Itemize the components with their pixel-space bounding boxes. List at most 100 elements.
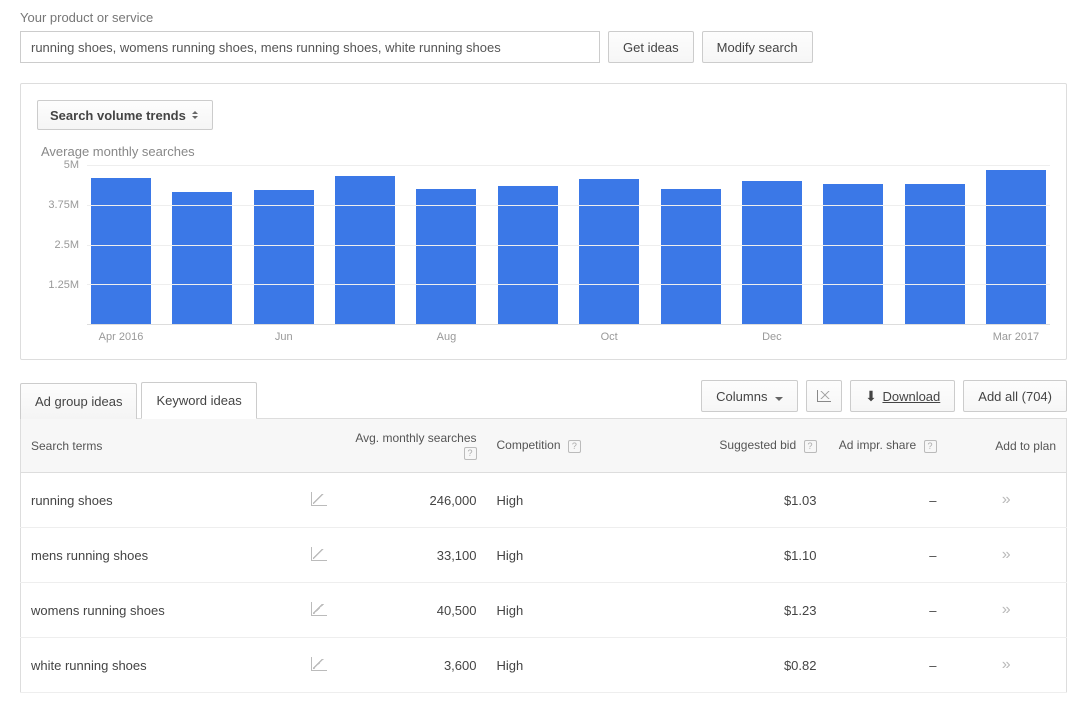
get-ideas-button[interactable]: Get ideas bbox=[608, 31, 694, 63]
cell-competition: High bbox=[487, 473, 667, 528]
chart-bar[interactable] bbox=[498, 186, 558, 324]
chart-view-button[interactable] bbox=[806, 380, 842, 412]
y-tick: 2.5M bbox=[55, 239, 79, 251]
cell-bid: $0.82 bbox=[667, 638, 827, 693]
cell-term: mens running shoes bbox=[21, 528, 301, 583]
table-row: running shoes246,000High$1.03–» bbox=[21, 473, 1067, 528]
y-tick: 3.75M bbox=[48, 199, 79, 211]
mini-chart-icon[interactable] bbox=[311, 547, 327, 561]
add-all-button[interactable]: Add all (704) bbox=[963, 380, 1067, 412]
th-avg-searches-label: Avg. monthly searches bbox=[355, 431, 476, 445]
chart-mode-dropdown[interactable]: Search volume trends bbox=[37, 100, 213, 130]
th-competition-label: Competition bbox=[497, 438, 561, 452]
th-bid-label: Suggested bid bbox=[719, 438, 796, 452]
x-tick: Aug bbox=[416, 331, 476, 343]
x-tick bbox=[498, 331, 558, 343]
help-icon[interactable]: ? bbox=[924, 440, 937, 453]
cell-impr: – bbox=[827, 583, 947, 638]
th-search-terms[interactable]: Search terms bbox=[21, 419, 301, 473]
download-label: Download bbox=[882, 389, 940, 404]
cell-impr: – bbox=[827, 528, 947, 583]
chevron-right-icon[interactable]: » bbox=[1002, 491, 1011, 508]
chevron-down-icon bbox=[775, 397, 783, 401]
product-label: Your product or service bbox=[20, 10, 1067, 25]
download-button[interactable]: Download bbox=[850, 380, 955, 412]
cell-add: » bbox=[947, 583, 1067, 638]
table-row: mens running shoes33,100High$1.10–» bbox=[21, 528, 1067, 583]
cell-add: » bbox=[947, 528, 1067, 583]
chart-bar[interactable] bbox=[661, 189, 721, 324]
chart-plot bbox=[87, 165, 1050, 325]
table-row: white running shoes3,600High$0.82–» bbox=[21, 638, 1067, 693]
cell-competition: High bbox=[487, 638, 667, 693]
keyword-ideas-table: Search terms Avg. monthly searches ? Com… bbox=[20, 418, 1067, 693]
chart-mode-label: Search volume trends bbox=[50, 108, 186, 123]
cell-add: » bbox=[947, 638, 1067, 693]
y-tick: 1.25M bbox=[48, 279, 79, 291]
x-tick bbox=[823, 331, 883, 343]
y-tick: 5M bbox=[64, 159, 79, 171]
cell-searches: 33,100 bbox=[337, 528, 487, 583]
th-add-to-plan: Add to plan bbox=[947, 419, 1067, 473]
chart-bar[interactable] bbox=[579, 179, 639, 324]
x-tick bbox=[335, 331, 395, 343]
x-tick bbox=[905, 331, 965, 343]
chart-subtitle: Average monthly searches bbox=[41, 144, 1050, 159]
columns-label: Columns bbox=[716, 389, 767, 404]
chart-bar[interactable] bbox=[254, 190, 314, 324]
x-tick: Oct bbox=[579, 331, 639, 343]
columns-dropdown[interactable]: Columns bbox=[701, 380, 798, 412]
chart-area: 5M3.75M2.5M1.25M bbox=[37, 165, 1050, 325]
chevron-right-icon[interactable]: » bbox=[1002, 656, 1011, 673]
search-row: Get ideas Modify search bbox=[20, 31, 1067, 63]
x-tick: Mar 2017 bbox=[986, 331, 1046, 343]
th-impr-label: Ad impr. share bbox=[839, 438, 916, 452]
toolbar-right: Columns Download Add all (704) bbox=[701, 380, 1067, 418]
mini-chart-icon[interactable] bbox=[311, 657, 327, 671]
cell-term: running shoes bbox=[21, 473, 301, 528]
chart-panel: Search volume trends Average monthly sea… bbox=[20, 83, 1067, 360]
chart-bar[interactable] bbox=[335, 176, 395, 324]
chevron-right-icon[interactable]: » bbox=[1002, 601, 1011, 618]
sort-icon bbox=[192, 111, 200, 119]
chart-bar[interactable] bbox=[172, 192, 232, 324]
help-icon[interactable]: ? bbox=[464, 447, 477, 460]
cell-mini-chart bbox=[301, 638, 337, 693]
cell-bid: $1.03 bbox=[667, 473, 827, 528]
toolbar-row: Ad group ideas Keyword ideas Columns Dow… bbox=[20, 380, 1067, 418]
cell-impr: – bbox=[827, 473, 947, 528]
mini-chart-icon[interactable] bbox=[311, 602, 327, 616]
chevron-right-icon[interactable]: » bbox=[1002, 546, 1011, 563]
product-input[interactable] bbox=[20, 31, 600, 63]
modify-search-button[interactable]: Modify search bbox=[702, 31, 813, 63]
cell-term: womens running shoes bbox=[21, 583, 301, 638]
tab-ad-group-ideas[interactable]: Ad group ideas bbox=[20, 383, 137, 419]
chart-icon bbox=[817, 390, 831, 402]
x-tick: Apr 2016 bbox=[91, 331, 151, 343]
cell-mini-chart bbox=[301, 528, 337, 583]
cell-bid: $1.23 bbox=[667, 583, 827, 638]
chart-bar[interactable] bbox=[742, 181, 802, 324]
tab-keyword-ideas[interactable]: Keyword ideas bbox=[141, 382, 256, 419]
mini-chart-icon[interactable] bbox=[311, 492, 327, 506]
cell-competition: High bbox=[487, 528, 667, 583]
th-suggested-bid[interactable]: Suggested bid ? bbox=[667, 419, 827, 473]
th-avg-searches[interactable]: Avg. monthly searches ? bbox=[337, 419, 487, 473]
cell-searches: 40,500 bbox=[337, 583, 487, 638]
help-icon[interactable]: ? bbox=[568, 440, 581, 453]
cell-add: » bbox=[947, 473, 1067, 528]
th-chart bbox=[301, 419, 337, 473]
chart-bar[interactable] bbox=[986, 170, 1046, 324]
help-icon[interactable]: ? bbox=[804, 440, 817, 453]
y-axis: 5M3.75M2.5M1.25M bbox=[37, 165, 87, 325]
th-competition[interactable]: Competition ? bbox=[487, 419, 667, 473]
cell-searches: 3,600 bbox=[337, 638, 487, 693]
cell-mini-chart bbox=[301, 473, 337, 528]
cell-competition: High bbox=[487, 583, 667, 638]
x-tick: Dec bbox=[742, 331, 802, 343]
chart-bar[interactable] bbox=[91, 178, 151, 324]
table-row: womens running shoes 40,500High$1.23– » bbox=[21, 583, 1067, 638]
cell-mini-chart bbox=[301, 583, 337, 638]
chart-bar[interactable] bbox=[416, 189, 476, 324]
th-impr-share[interactable]: Ad impr. share ? bbox=[827, 419, 947, 473]
